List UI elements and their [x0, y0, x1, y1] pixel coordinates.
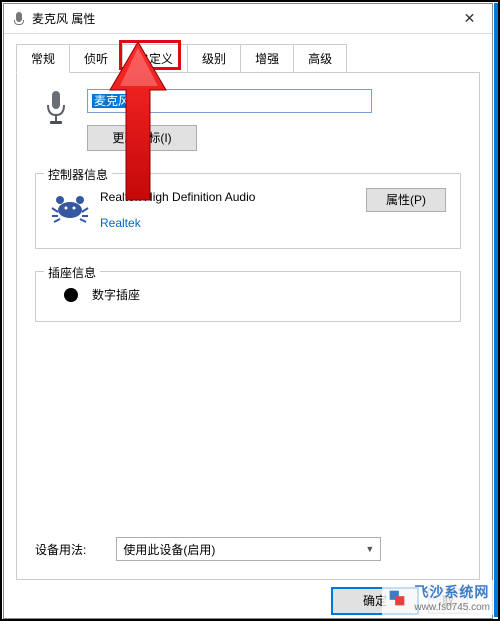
jack-legend: 插座信息 — [44, 264, 100, 281]
watermark-logo-icon — [386, 587, 408, 609]
chevron-down-icon: ▼ — [365, 544, 374, 554]
tab-panel-general: 麦克风 更改图标(I) 控制器信息 — [16, 72, 480, 580]
controller-legend: 控制器信息 — [44, 166, 112, 183]
dialog-body: 常规 侦听 自定义 级别 增强 高级 麦克 — [4, 34, 492, 618]
tab-custom[interactable]: 自定义 — [122, 44, 188, 73]
device-name-input[interactable]: 麦克风 — [87, 89, 372, 113]
jack-name: 数字插座 — [92, 286, 140, 303]
usage-dropdown[interactable]: 使用此设备(启用) ▼ — [116, 537, 381, 561]
controller-properties-button[interactable]: 属性(P) — [366, 188, 446, 212]
change-icon-button[interactable]: 更改图标(I) — [87, 125, 197, 151]
microphone-icon — [12, 12, 26, 26]
controller-vendor-link[interactable]: Realtek — [100, 216, 366, 230]
tab-advanced[interactable]: 高级 — [293, 44, 347, 73]
window-title: 麦克风 属性 — [32, 10, 447, 27]
close-button[interactable]: ✕ — [447, 4, 492, 33]
realtek-crab-icon — [50, 188, 90, 228]
tab-listen[interactable]: 侦听 — [69, 44, 123, 73]
tab-general[interactable]: 常规 — [16, 44, 70, 73]
controller-info-group: 控制器信息 Realtek High Definition Audio Real… — [35, 173, 461, 249]
watermark-url: www.fs0745.com — [414, 602, 490, 613]
device-usage-row: 设备用法: 使用此设备(启用) ▼ — [35, 537, 461, 561]
jack-info-group: 插座信息 数字插座 — [35, 271, 461, 322]
controller-name: Realtek High Definition Audio — [100, 190, 366, 204]
watermark: 飞沙系统网 www.fs0745.com — [382, 580, 494, 615]
tab-enhancements[interactable]: 增强 — [240, 44, 294, 73]
device-name-value: 麦克风 — [92, 94, 132, 108]
jack-color-icon — [64, 288, 78, 302]
device-large-icon — [35, 89, 77, 127]
tab-strip: 常规 侦听 自定义 级别 增强 高级 — [16, 44, 480, 73]
usage-selected-value: 使用此设备(启用) — [123, 541, 215, 558]
titlebar: 麦克风 属性 ✕ — [4, 4, 492, 34]
tab-levels[interactable]: 级别 — [187, 44, 241, 73]
usage-label: 设备用法: — [35, 541, 86, 558]
watermark-name: 飞沙系统网 — [414, 582, 490, 602]
properties-dialog: 麦克风 属性 ✕ 常规 侦听 自定义 级别 增强 高级 — [3, 3, 493, 619]
